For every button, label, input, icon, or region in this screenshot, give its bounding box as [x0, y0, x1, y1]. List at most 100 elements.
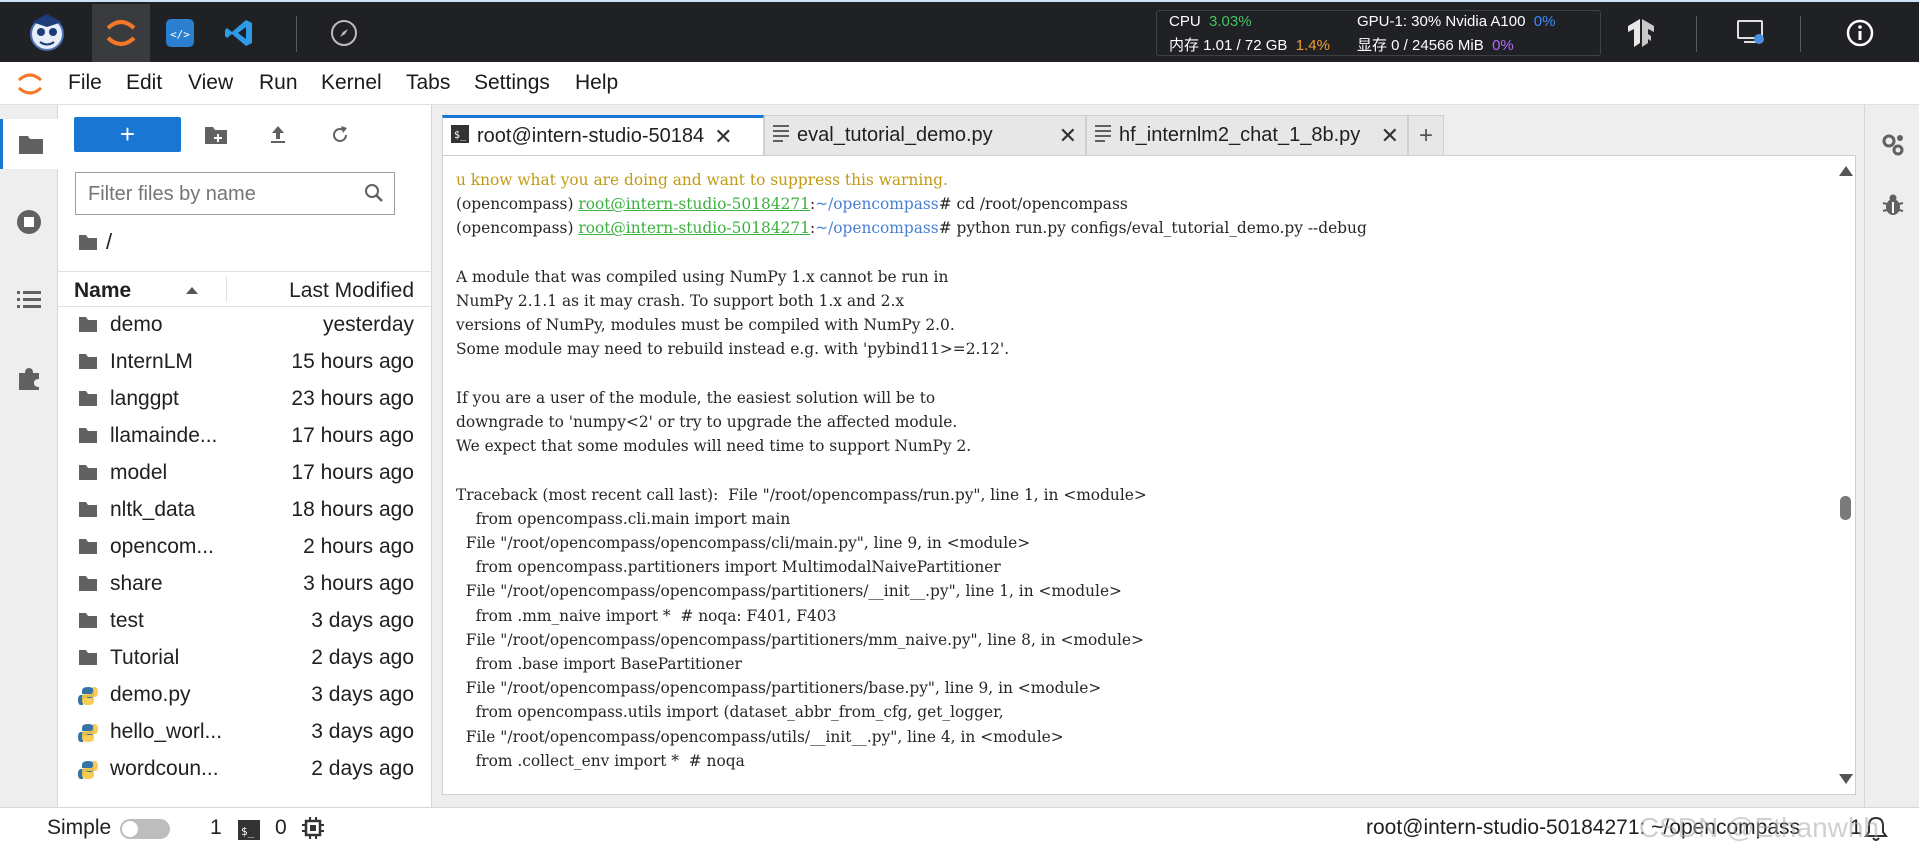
new-tab-button[interactable]: + [1408, 115, 1444, 155]
info-icon[interactable] [1831, 4, 1889, 62]
intern-logo-icon[interactable] [18, 4, 76, 62]
terminal-scrollbar[interactable] [1837, 156, 1853, 794]
folder-icon [78, 649, 98, 667]
terminal-line: A module that was compiled using NumPy 1… [456, 267, 949, 286]
debugger-icon[interactable] [1865, 185, 1919, 225]
file-browser-icon[interactable] [0, 119, 58, 169]
divider [296, 16, 297, 52]
menu-tabs[interactable]: Tabs [406, 71, 450, 95]
terminal-line: from opencompass.cli.main import main [456, 509, 791, 528]
prompt-user: root@intern-studio-50184271 [578, 195, 810, 214]
folder-row[interactable]: share 3 hours ago [58, 566, 432, 603]
terminal-line: downgrade to 'numpy<2' or try to upgrade… [456, 413, 958, 432]
scroll-down-icon[interactable] [1839, 774, 1853, 784]
refresh-icon[interactable] [324, 119, 356, 151]
file-browser: + Filter files by name / Name Last Modif… [58, 105, 432, 807]
simple-mode-toggle[interactable] [120, 819, 170, 839]
tab-eval-tutorial-demo[interactable]: eval_tutorial_demo.py ✕ [764, 115, 1086, 155]
file-row[interactable]: demo.py 3 days ago [58, 677, 432, 714]
file-row[interactable]: wordcoun... 2 days ago [58, 751, 432, 788]
python-file-icon [78, 686, 98, 705]
menu-bar: File Edit View Run Kernel Tabs Settings … [0, 62, 1919, 105]
breadcrumb-root[interactable]: / [106, 229, 112, 255]
file-name: demo [110, 313, 163, 336]
tensorflow-icon[interactable] [1612, 4, 1670, 62]
folder-icon [78, 464, 98, 482]
new-launcher-button[interactable]: + [74, 117, 181, 152]
filter-files-input[interactable]: Filter files by name [75, 172, 395, 215]
folder-row[interactable]: Tutorial 2 days ago [58, 640, 432, 677]
extension-manager-icon[interactable] [0, 353, 58, 403]
running-sessions-icon[interactable] [0, 197, 58, 247]
jupyter-icon[interactable] [92, 4, 150, 62]
sort-ascending-icon [186, 287, 198, 294]
folder-row[interactable]: llamainde... 17 hours ago [58, 418, 432, 455]
divider [1800, 16, 1801, 52]
column-divider [226, 276, 227, 302]
file-name: nltk_data [110, 498, 196, 521]
terminal-view[interactable]: u know what you are doing and want to su… [442, 155, 1856, 795]
menu-file[interactable]: File [68, 71, 102, 95]
folder-row[interactable]: InternLM 15 hours ago [58, 344, 432, 381]
close-icon[interactable]: ✕ [1381, 123, 1399, 149]
new-folder-icon[interactable] [200, 119, 232, 151]
scrollbar-thumb[interactable] [1840, 496, 1851, 520]
upload-icon[interactable] [262, 119, 294, 151]
menu-view[interactable]: View [188, 71, 233, 95]
simple-mode-label: Simple [47, 816, 112, 839]
column-name[interactable]: Name [74, 279, 131, 303]
svg-text:$_: $_ [454, 130, 467, 141]
file-modified: yesterday [322, 313, 414, 336]
menu-kernel[interactable]: Kernel [321, 71, 382, 95]
breadcrumb[interactable]: / [78, 229, 112, 255]
prompt-path: ~/opencompass [815, 195, 939, 214]
terminal-line: from .base import BasePartitioner [456, 655, 742, 674]
terminal-line: from opencompass.utils import (dataset_a… [456, 703, 1004, 722]
gpu-usage: GPU-1: 30% Nvidia A100 0% [1357, 13, 1556, 30]
terminal-icon: $_ [451, 124, 469, 149]
menu-run[interactable]: Run [259, 71, 298, 95]
file-modified: 3 days ago [311, 683, 414, 706]
kernel-count[interactable]: 1 [210, 816, 222, 840]
main-dock-area: $_ root@intern-studio-50184 ✕ eval_tutor… [432, 105, 1864, 807]
terminal-count[interactable]: 0 [275, 816, 287, 840]
table-of-contents-icon[interactable] [0, 275, 58, 325]
scroll-up-icon[interactable] [1839, 166, 1853, 176]
terminal-line: File "/root/opencompass/opencompass/part… [456, 679, 1102, 698]
folder-row[interactable]: model 17 hours ago [58, 455, 432, 492]
vscode-icon[interactable] [210, 4, 268, 62]
code-server-icon[interactable]: </> [151, 4, 209, 62]
menu-help[interactable]: Help [575, 71, 618, 95]
folder-row[interactable]: langgpt 23 hours ago [58, 381, 432, 418]
menu-edit[interactable]: Edit [126, 71, 162, 95]
file-modified: 3 days ago [311, 609, 414, 632]
kernel-status-icon [302, 817, 324, 845]
filter-placeholder: Filter files by name [88, 183, 256, 205]
folder-row[interactable]: demo yesterday [58, 307, 432, 344]
close-icon[interactable]: ✕ [714, 124, 732, 150]
tab-hf-internlm2-chat[interactable]: hf_internlm2_chat_1_8b.py ✕ [1086, 115, 1408, 155]
divider [1696, 16, 1697, 52]
compass-icon[interactable] [315, 4, 373, 62]
file-list: demo yesterday InternLM 15 hours ago langgpt… [58, 307, 432, 788]
folder-row[interactable]: test 3 days ago [58, 603, 432, 640]
terminal-line: If you are a user of the module, the eas… [456, 388, 936, 407]
column-last-modified[interactable]: Last Modified [289, 279, 414, 303]
tab-terminal[interactable]: $_ root@intern-studio-50184 ✕ [442, 115, 764, 155]
folder-row[interactable]: nltk_data 18 hours ago [58, 492, 432, 529]
folder-icon [79, 234, 97, 250]
menu-settings[interactable]: Settings [474, 71, 550, 95]
warning-text: u know what you are doing and want to su… [456, 171, 948, 189]
right-sidebar [1864, 105, 1919, 807]
monitor-icon[interactable] [1722, 4, 1780, 62]
terminal-line: File "/root/opencompass/opencompass/cli/… [456, 534, 1031, 553]
status-bar: Simple 1 $_ 0 root@intern-studio-5018427… [0, 807, 1919, 847]
property-inspector-icon[interactable] [1865, 125, 1919, 165]
file-modified: 18 hours ago [291, 498, 414, 521]
vram-usage: 显存 0 / 24566 MiB 0% [1357, 37, 1514, 54]
close-icon[interactable]: ✕ [1059, 123, 1077, 149]
file-list-header: Name Last Modified [58, 271, 432, 307]
file-row[interactable]: hello_worl... 3 days ago [58, 714, 432, 751]
folder-row[interactable]: opencom... 2 hours ago [58, 529, 432, 566]
svg-text:</>: </> [170, 28, 190, 41]
